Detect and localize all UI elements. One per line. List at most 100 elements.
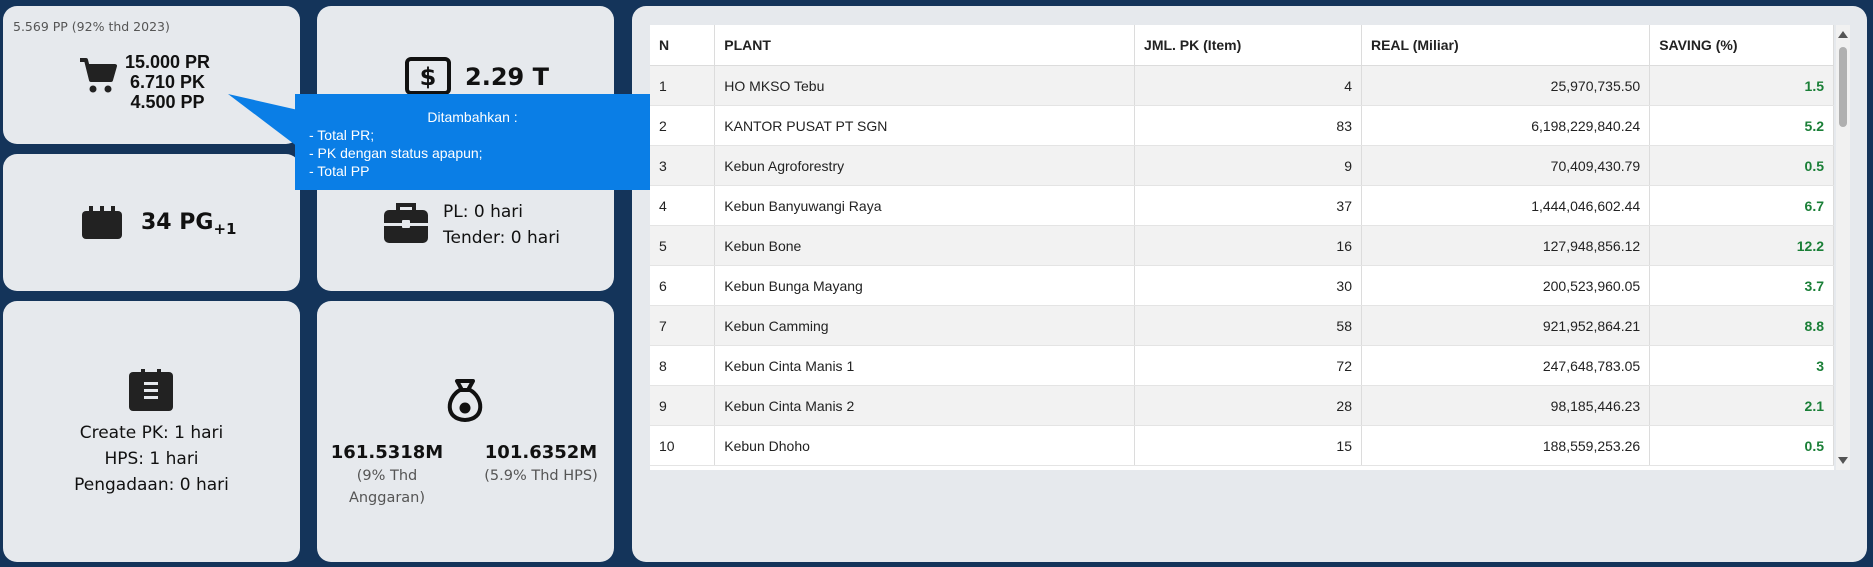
cell-n: 7 [650,305,716,346]
cell-plant: Kebun Cinta Manis 2 [714,385,1136,426]
pl-days: PL: 0 hari [443,202,523,222]
days-values: PL: 0 hari Tender: 0 hari [443,199,560,251]
cell-plant: Kebun Cinta Manis 1 [714,345,1136,386]
cell-n: 9 [650,385,716,426]
tender-days: Tender: 0 hari [443,228,560,248]
cell-saving: 3.7 [1649,265,1834,306]
table-row[interactable]: 7 Kebun Camming 58 921,952,864.21 8.8 [650,305,1834,346]
budget-saving: 161.5318M (9% Thd Anggaran) [317,441,457,509]
pp-note: 5.569 PP (92% thd 2023) [13,19,170,34]
cell-plant: KANTOR PUSAT PT SGN [714,105,1136,146]
table-header-row: N PLANT JML. PK (Item) REAL (Miliar) SAV… [650,25,1834,66]
cell-n: 4 [650,185,716,226]
tooltip: Ditambahkan : - Total PR; - PK dengan st… [295,94,650,190]
table-row[interactable]: 2 KANTOR PUSAT PT SGN 83 6,198,229,840.24 5.… [650,105,1834,146]
pk-value: 6.710 PK [130,72,206,92]
table-row[interactable]: 9 Kebun Cinta Manis 2 28 98,185,446.23 2.1 [650,385,1834,426]
scroll-down-arrow-icon[interactable] [1838,457,1848,464]
tooltip-pointer [228,94,298,147]
cell-plant: Kebun Dhoho [714,425,1136,466]
cell-n: 3 [650,145,716,186]
plant-table-scroll-area[interactable]: N PLANT JML. PK (Item) REAL (Miliar) SAV… [650,25,1834,470]
pg-value: 34 PG+1 [141,210,236,238]
budget-saving-caption: (9% Thd Anggaran) [348,468,426,506]
process-days-values: Create PK: 1 hari HPS: 1 hari Pengadaan:… [3,420,300,498]
cell-real: 921,952,864.21 [1361,305,1651,346]
cell-n: 6 [650,265,716,306]
cell-jml-pk: 4 [1134,65,1362,106]
tooltip-line: - Total PP [309,163,370,179]
calendar-icon [82,206,122,239]
pengadaan-days: Pengadaan: 0 hari [74,475,229,495]
hps-days: HPS: 1 hari [104,449,199,469]
clipboard-icon [129,369,173,411]
cell-saving: 12.2 [1649,225,1834,266]
table-row[interactable]: 10 Kebun Dhoho 15 188,559,253.26 0.5 [650,425,1834,466]
cell-saving: 0.5 [1649,425,1834,466]
cell-n: 1 [650,65,716,106]
table-row[interactable]: 5 Kebun Bone 16 127,948,856.12 12.2 [650,225,1834,266]
table-scrollbar[interactable] [1836,25,1850,470]
cell-real: 127,948,856.12 [1361,225,1651,266]
cell-plant: Kebun Agroforestry [714,145,1136,186]
pr-pk-pp-values: 15.000 PR 6.710 PK 4.500 PP [125,52,210,112]
cell-real: 247,648,783.05 [1361,345,1651,386]
pg-count: 34 PG [141,210,214,235]
plant-table-panel: N PLANT JML. PK (Item) REAL (Miliar) SAV… [632,6,1867,562]
process-days-card: Create PK: 1 hari HPS: 1 hari Pengadaan:… [3,301,300,562]
cell-jml-pk: 83 [1134,105,1362,146]
cell-real: 200,523,960.05 [1361,265,1651,306]
table-row[interactable]: 3 Kebun Agroforestry 9 70,409,430.79 0.5 [650,145,1834,186]
cell-saving: 8.8 [1649,305,1834,346]
cell-n: 5 [650,225,716,266]
savings-amount-card: 161.5318M (9% Thd Anggaran) 101.6352M (5… [317,301,614,562]
pp-value: 4.500 PP [130,92,205,112]
cell-saving: 1.5 [1649,65,1834,106]
cart-icon [80,58,117,93]
cell-real: 70,409,430.79 [1361,145,1651,186]
header-n[interactable]: N [650,25,716,66]
cell-real: 98,185,446.23 [1361,385,1651,426]
cell-plant: Kebun Bunga Mayang [714,265,1136,306]
scroll-up-arrow-icon[interactable] [1838,31,1848,38]
table-row[interactable]: 1 HO MKSO Tebu 4 25,970,735.50 1.5 [650,65,1834,106]
cell-real: 1,444,046,602.44 [1361,185,1651,226]
svg-text:$: $ [420,63,437,91]
cell-saving: 2.1 [1649,385,1834,426]
header-saving[interactable]: SAVING (%) [1649,25,1834,66]
tooltip-line: - PK dengan status apapun; [309,145,483,161]
table-row[interactable]: 6 Kebun Bunga Mayang 30 200,523,960.05 3.7 [650,265,1834,306]
cell-n: 2 [650,105,716,146]
table-row[interactable]: 8 Kebun Cinta Manis 1 72 247,648,783.05 3 [650,345,1834,386]
header-real[interactable]: REAL (Miliar) [1361,25,1651,66]
scrollbar-thumb[interactable] [1839,47,1847,127]
create-pk-days: Create PK: 1 hari [79,423,224,443]
cell-real: 6,198,229,840.24 [1361,105,1651,146]
cell-jml-pk: 9 [1134,145,1362,186]
pg-count-card: 34 PG+1 [3,154,300,291]
tooltip-title: Ditambahkan : [427,109,518,125]
tooltip-line: - Total PR; [309,127,375,143]
cell-real: 25,970,735.50 [1361,65,1651,106]
cell-saving: 5.2 [1649,105,1834,146]
table-row[interactable]: 4 Kebun Banyuwangi Raya 37 1,444,046,602.44… [650,185,1834,226]
cell-plant: Kebun Bone [714,225,1136,266]
cell-plant: HO MKSO Tebu [714,65,1136,106]
cell-n: 8 [650,345,716,386]
cell-plant: Kebun Camming [714,305,1136,346]
cell-jml-pk: 37 [1134,185,1362,226]
header-plant[interactable]: PLANT [714,25,1136,66]
cell-jml-pk: 28 [1134,385,1362,426]
hps-saving-caption: (5.9% Thd HPS) [484,468,598,484]
cell-plant: Kebun Banyuwangi Raya [714,185,1136,226]
cell-jml-pk: 16 [1134,225,1362,266]
cell-saving: 6.7 [1649,185,1834,226]
cell-jml-pk: 30 [1134,265,1362,306]
total-value: 2.29 T [465,63,549,91]
plant-table: N PLANT JML. PK (Item) REAL (Miliar) SAV… [650,25,1834,466]
header-jml-pk[interactable]: JML. PK (Item) [1134,25,1362,66]
cell-jml-pk: 58 [1134,305,1362,346]
hps-saving-value: 101.6352M [484,442,598,463]
pr-value: 15.000 PR [125,52,211,72]
cell-saving: 0.5 [1649,145,1834,186]
